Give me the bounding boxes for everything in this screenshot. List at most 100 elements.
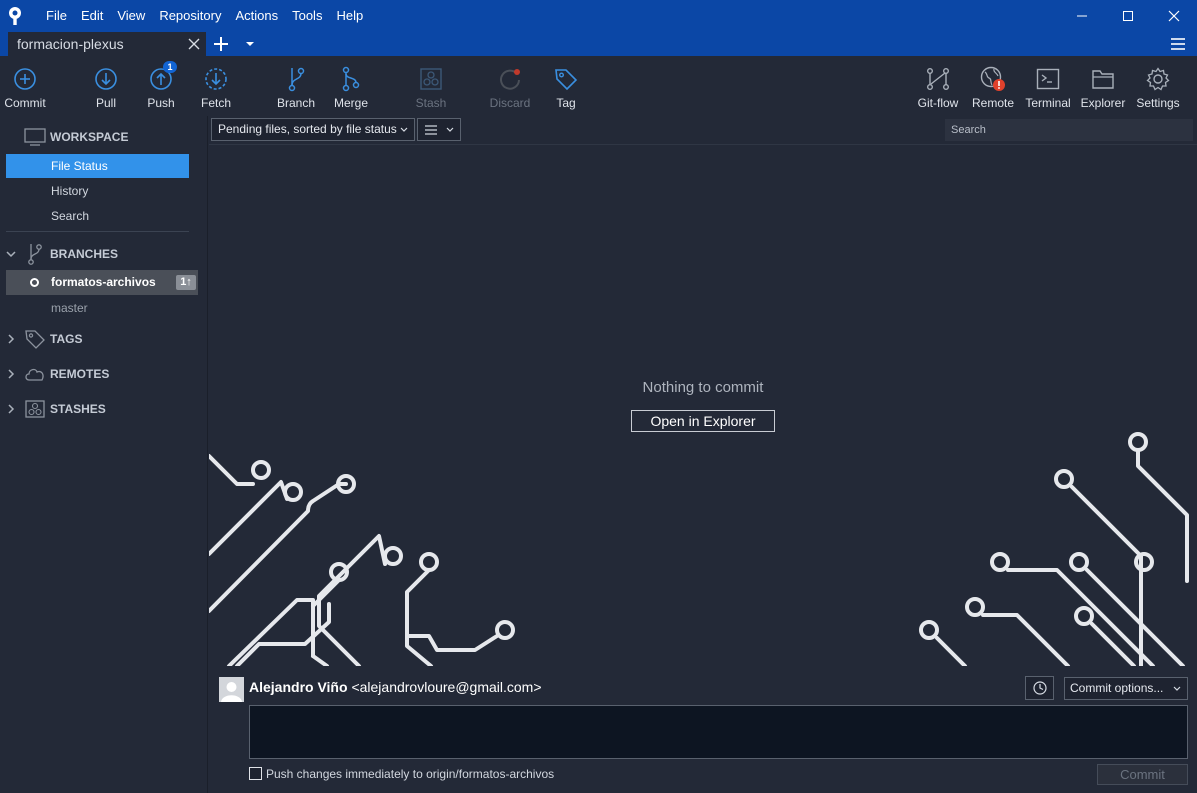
remote-toolbar-button[interactable]: Remote bbox=[970, 56, 1016, 116]
file-status-panel: Pending files, sorted by file status Sea… bbox=[209, 116, 1197, 666]
explorer-toolbar-button[interactable]: Explorer bbox=[1079, 56, 1127, 116]
menu-tools[interactable]: Tools bbox=[285, 0, 329, 32]
commit-author: Alejandro Viño <alejandrovloure@gmail.co… bbox=[249, 679, 542, 695]
monitor-icon bbox=[22, 128, 48, 146]
sidebar-item-search[interactable]: Search bbox=[6, 204, 189, 228]
remotes-section-header[interactable]: REMOTES bbox=[0, 363, 109, 385]
remote-label: Remote bbox=[971, 96, 1015, 110]
menu-bar: File Edit View Repository Actions Tools … bbox=[39, 0, 370, 32]
sidebar: WORKSPACE File Status History Search BRA… bbox=[0, 116, 208, 793]
branch-label: Branch bbox=[276, 96, 316, 110]
commit-history-button[interactable] bbox=[1025, 676, 1054, 700]
push-label: Push bbox=[147, 96, 175, 110]
sidebar-item-file-status[interactable]: File Status bbox=[6, 154, 189, 178]
fetch-toolbar-button[interactable]: Fetch bbox=[196, 56, 236, 116]
tab-repository[interactable]: formacion-plexus bbox=[8, 32, 206, 56]
discard-icon bbox=[496, 64, 524, 94]
pull-label: Pull bbox=[95, 96, 116, 110]
cloud-icon bbox=[22, 366, 48, 382]
folder-icon bbox=[1089, 64, 1117, 94]
menu-repository[interactable]: Repository bbox=[152, 0, 228, 32]
file-sort-dropdown[interactable]: Pending files, sorted by file status bbox=[211, 118, 415, 141]
workspace-section-header: WORKSPACE bbox=[0, 126, 128, 148]
pull-icon bbox=[92, 64, 120, 94]
commit-panel: Alejandro Viño <alejandrovloure@gmail.co… bbox=[209, 666, 1197, 793]
commit-icon bbox=[11, 64, 39, 94]
stashes-section-header[interactable]: STASHES bbox=[0, 398, 106, 420]
toolbar: Commit Pull 1 Push Fetch Branch Merge St… bbox=[0, 56, 1197, 116]
tab-list-chevron-down-icon[interactable] bbox=[244, 38, 256, 50]
title-bar: File Edit View Repository Actions Tools … bbox=[0, 0, 1197, 32]
menu-actions[interactable]: Actions bbox=[228, 0, 285, 32]
commit-options-dropdown[interactable]: Commit options... bbox=[1064, 677, 1188, 700]
sidebar-item-history[interactable]: History bbox=[6, 179, 189, 203]
merge-label: Merge bbox=[333, 96, 368, 110]
sidebar-divider bbox=[6, 231, 189, 232]
hamburger-menu-icon[interactable] bbox=[1170, 36, 1186, 52]
commit-options-label: Commit options... bbox=[1070, 681, 1164, 695]
list-view-icon bbox=[425, 125, 437, 135]
fetch-label: Fetch bbox=[200, 96, 231, 110]
discard-toolbar-button[interactable]: Discard bbox=[487, 56, 533, 116]
tab-close-icon[interactable] bbox=[186, 32, 202, 56]
merge-toolbar-button[interactable]: Merge bbox=[330, 56, 372, 116]
push-immediately-label[interactable]: Push changes immediately to origin/forma… bbox=[266, 767, 554, 781]
current-branch-label: formatos-archivos bbox=[51, 275, 156, 289]
chevron-right-icon[interactable] bbox=[0, 404, 22, 414]
workspace-label: WORKSPACE bbox=[50, 130, 129, 144]
branch-icon bbox=[22, 243, 48, 265]
push-icon: 1 bbox=[147, 61, 177, 94]
tag-toolbar-button[interactable]: Tag bbox=[550, 56, 582, 116]
tag-icon bbox=[22, 329, 48, 349]
new-tab-icon[interactable] bbox=[211, 34, 231, 54]
terminal-toolbar-button[interactable]: Terminal bbox=[1023, 56, 1073, 116]
sidebar-item-branch-master[interactable]: master bbox=[6, 296, 189, 320]
branch-toolbar-button[interactable]: Branch bbox=[274, 56, 318, 116]
menu-edit[interactable]: Edit bbox=[74, 0, 110, 32]
view-mode-dropdown[interactable] bbox=[417, 118, 461, 141]
branches-label: BRANCHES bbox=[50, 247, 119, 261]
commit-message-input[interactable] bbox=[249, 705, 1188, 759]
tags-section-header[interactable]: TAGS bbox=[0, 328, 82, 350]
commit-toolbar-button[interactable]: Commit bbox=[2, 56, 48, 116]
tags-label: TAGS bbox=[50, 332, 83, 346]
push-toolbar-button[interactable]: 1 Push bbox=[143, 56, 179, 116]
menu-file[interactable]: File bbox=[39, 0, 74, 32]
close-icon[interactable] bbox=[1151, 0, 1197, 32]
search-placeholder: Search bbox=[951, 124, 986, 136]
merge-icon bbox=[337, 64, 365, 94]
chevron-right-icon[interactable] bbox=[0, 334, 22, 344]
ahead-count-badge: 1↑ bbox=[176, 275, 196, 290]
fetch-icon bbox=[202, 64, 230, 94]
avatar bbox=[219, 677, 244, 702]
menu-view[interactable]: View bbox=[110, 0, 152, 32]
stash-icon bbox=[22, 400, 48, 418]
settings-toolbar-button[interactable]: Settings bbox=[1135, 56, 1181, 116]
gitflow-icon bbox=[924, 64, 952, 94]
gear-icon bbox=[1144, 64, 1172, 94]
gitflow-label: Git-flow bbox=[917, 96, 959, 110]
maximize-icon[interactable] bbox=[1105, 0, 1151, 32]
menu-help[interactable]: Help bbox=[329, 0, 370, 32]
window-controls bbox=[1059, 0, 1197, 32]
settings-label: Settings bbox=[1136, 96, 1180, 110]
chevron-down-icon[interactable] bbox=[0, 249, 22, 259]
search-input[interactable]: Search bbox=[945, 119, 1193, 141]
stash-label: Stash bbox=[415, 96, 447, 110]
tag-label: Tag bbox=[556, 96, 576, 110]
commit-button[interactable]: Commit bbox=[1097, 764, 1188, 785]
branches-section-header[interactable]: BRANCHES bbox=[0, 243, 118, 265]
commit-label: Commit bbox=[4, 96, 46, 110]
gitflow-toolbar-button[interactable]: Git-flow bbox=[914, 56, 962, 116]
chevron-right-icon[interactable] bbox=[0, 369, 22, 379]
terminal-label: Terminal bbox=[1025, 96, 1071, 110]
sourcetree-logo-icon[interactable] bbox=[0, 0, 30, 32]
sidebar-item-current-branch[interactable]: formatos-archivos 1↑ bbox=[6, 270, 198, 295]
push-immediately-checkbox[interactable] bbox=[249, 767, 262, 780]
pull-toolbar-button[interactable]: Pull bbox=[88, 56, 124, 116]
chevron-down-icon bbox=[1173, 686, 1181, 691]
sourcetree-window: File Edit View Repository Actions Tools … bbox=[0, 0, 1197, 793]
open-in-explorer-button[interactable]: Open in Explorer bbox=[631, 410, 775, 432]
minimize-icon[interactable] bbox=[1059, 0, 1105, 32]
stash-toolbar-button[interactable]: Stash bbox=[411, 56, 451, 116]
